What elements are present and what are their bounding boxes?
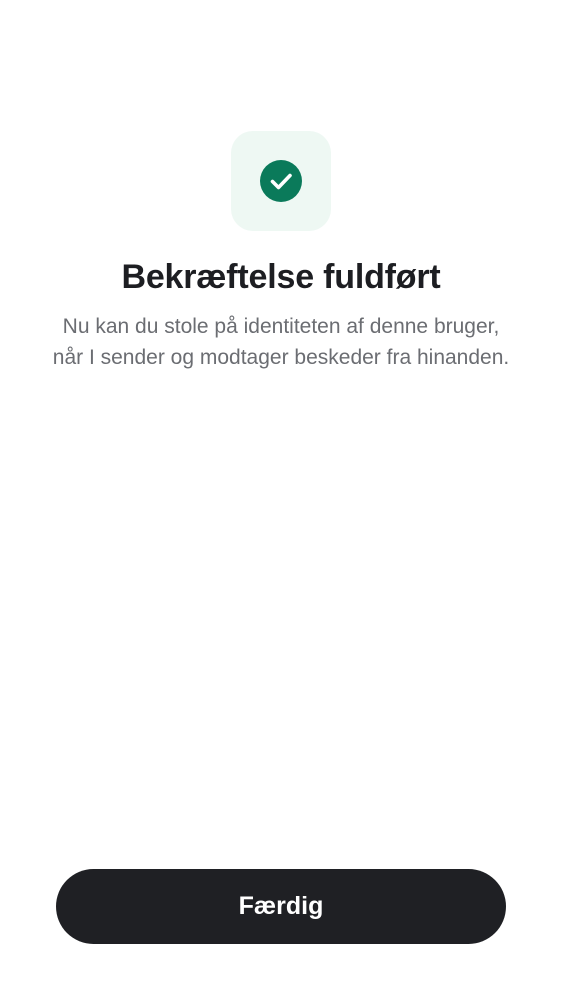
success-icon-tile <box>231 131 331 231</box>
description-line-2: når I sender og modtager beskeder fra hi… <box>52 346 510 369</box>
done-button[interactable]: Færdig <box>56 869 506 944</box>
page-title: Bekræftelse fuldført <box>121 258 441 296</box>
description-line-1: Nu kan du stole på identiteten af denne … <box>62 315 500 338</box>
check-circle-icon <box>260 160 302 202</box>
verification-description: Nu kan du stole på identiteten af denne … <box>20 311 542 373</box>
